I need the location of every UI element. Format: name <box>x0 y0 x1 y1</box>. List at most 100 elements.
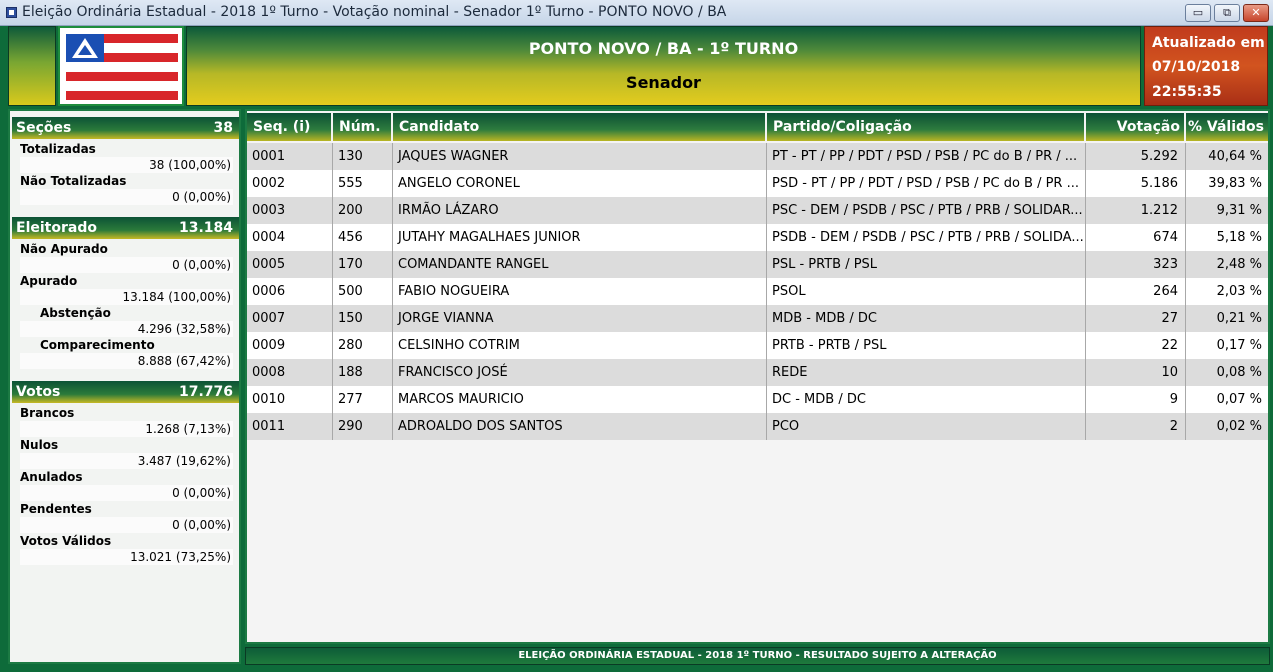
eleitorado-value: 13.184 <box>178 220 233 236</box>
column-separator <box>332 386 333 413</box>
column-separator <box>1185 332 1186 359</box>
votos-label: Votos <box>16 384 61 400</box>
cell-validos: 0,17 % <box>1216 338 1262 353</box>
nao-totalizadas-value: 0 (0,00%) <box>172 190 231 204</box>
table-row[interactable]: 0008 188 FRANCISCO JOSÉ REDE 10 0,08 % <box>247 359 1268 386</box>
nao-apurado-label: Não Apurado <box>20 242 108 256</box>
column-separator <box>766 197 767 224</box>
table-row[interactable]: 0010 277 MARCOS MAURICIO DC - MDB / DC 9 0,07… <box>247 386 1268 413</box>
cell-partido: PSOL <box>772 284 806 299</box>
column-separator <box>1185 305 1186 332</box>
cell-votacao: 1.212 <box>1140 203 1178 218</box>
table-row[interactable]: 0002 555 ANGELO CORONEL PSD - PT / PP / PDT… <box>247 170 1268 197</box>
cell-votacao: 9 <box>1169 392 1178 407</box>
cell-seq: 0003 <box>252 203 286 218</box>
table-row[interactable]: 0007 150 JORGE VIANNA MDB - MDB / DC 27 0,21 … <box>247 305 1268 332</box>
column-separator <box>1085 197 1086 224</box>
footer-notice: ELEIÇÃO ORDINÁRIA ESTADUAL - 2018 1º TUR… <box>245 647 1270 665</box>
brancos-label: Brancos <box>20 406 75 420</box>
cell-seq: 0002 <box>252 176 286 191</box>
cell-candidato: JUTAHY MAGALHAES JUNIOR <box>398 230 581 245</box>
cell-seq: 0005 <box>252 257 286 272</box>
flag-box <box>58 26 184 106</box>
cell-seq: 0007 <box>252 311 286 326</box>
column-separator <box>766 359 767 386</box>
cell-seq: 0009 <box>252 338 286 353</box>
column-separator <box>332 143 333 170</box>
anulados-label: Anulados <box>20 470 83 484</box>
anulados-value: 0 (0,00%) <box>172 486 231 500</box>
office-title: Senador <box>626 73 701 92</box>
minimize-button[interactable]: ▭ <box>1185 4 1211 22</box>
column-separator <box>392 332 393 359</box>
cell-partido: PT - PT / PP / PDT / PSD / PSB / PC do B… <box>772 149 1078 164</box>
cell-validos: 0,07 % <box>1216 392 1262 407</box>
column-separator <box>766 143 767 170</box>
cell-num: 555 <box>338 176 363 191</box>
location-round-title: PONTO NOVO / BA - 1º TURNO <box>528 39 799 58</box>
table-row[interactable]: 0005 170 COMANDANTE RANGEL PSL - PRTB / PSL… <box>247 251 1268 278</box>
votos-validos-value: 13.021 (73,25%) <box>130 550 231 564</box>
column-separator <box>1185 359 1186 386</box>
cell-num: 277 <box>338 392 363 407</box>
col-header-partido[interactable]: Partido/Coligação <box>767 113 1084 141</box>
column-separator <box>766 224 767 251</box>
cell-partido: PRTB - PRTB / PSL <box>772 338 887 353</box>
comparecimento-label: Comparecimento <box>40 338 155 352</box>
table-row[interactable]: 0003 200 IRMÃO LÁZARO PSC - DEM / PSDB / PS… <box>247 197 1268 224</box>
cell-validos: 9,31 % <box>1216 203 1262 218</box>
col-header-num[interactable]: Núm. <box>333 113 391 141</box>
column-separator <box>332 413 333 440</box>
col-header-validos[interactable]: % Válidos <box>1186 113 1268 141</box>
restore-button[interactable]: ⧉ <box>1214 4 1240 22</box>
cell-seq: 0010 <box>252 392 286 407</box>
column-separator <box>332 170 333 197</box>
column-separator <box>766 413 767 440</box>
cell-validos: 2,03 % <box>1216 284 1262 299</box>
abstencao-value: 4.296 (32,58%) <box>137 322 231 336</box>
table-row[interactable]: 0004 456 JUTAHY MAGALHAES JUNIOR PSDB - DEM… <box>247 224 1268 251</box>
cell-num: 130 <box>338 149 363 164</box>
col-header-votacao[interactable]: Votação <box>1086 113 1184 141</box>
totalizadas-value: 38 (100,00%) <box>149 158 231 172</box>
cell-validos: 0,08 % <box>1216 365 1262 380</box>
column-separator <box>1185 143 1186 170</box>
cell-partido: PSL - PRTB / PSL <box>772 257 878 272</box>
column-separator <box>332 224 333 251</box>
cell-seq: 0004 <box>252 230 286 245</box>
table-row[interactable]: 0009 280 CELSINHO COTRIM PRTB - PRTB / PSL 2… <box>247 332 1268 359</box>
cell-candidato: JAQUES WAGNER <box>398 149 509 164</box>
column-separator <box>766 386 767 413</box>
eleitorado-header: Eleitorado 13.184 <box>12 217 239 239</box>
column-separator <box>766 305 767 332</box>
cell-num: 188 <box>338 365 363 380</box>
results-table: Seq. (i) Núm. Candidato Partido/Coligaçã… <box>245 109 1270 644</box>
cell-candidato: IRMÃO LÁZARO <box>398 203 499 218</box>
cell-partido: PCO <box>772 419 800 434</box>
column-separator <box>1085 305 1086 332</box>
column-separator <box>392 305 393 332</box>
column-separator <box>1185 197 1186 224</box>
cell-validos: 0,21 % <box>1216 311 1262 326</box>
updated-date: 07/10/2018 <box>1152 59 1241 75</box>
column-separator <box>392 224 393 251</box>
table-row[interactable]: 0001 130 JAQUES WAGNER PT - PT / PP / PDT /… <box>247 143 1268 170</box>
column-separator <box>1185 413 1186 440</box>
column-separator <box>332 251 333 278</box>
close-button[interactable]: ✕ <box>1243 4 1269 22</box>
cell-num: 500 <box>338 284 363 299</box>
cell-candidato: MARCOS MAURICIO <box>398 392 524 407</box>
table-row[interactable]: 0006 500 FABIO NOGUEIRA PSOL 264 2,03 % <box>247 278 1268 305</box>
col-header-candidato[interactable]: Candidato <box>393 113 765 141</box>
column-separator <box>1085 359 1086 386</box>
cell-seq: 0006 <box>252 284 286 299</box>
column-separator <box>392 386 393 413</box>
eleitorado-label: Eleitorado <box>16 220 97 236</box>
cell-candidato: FABIO NOGUEIRA <box>398 284 510 299</box>
cell-votacao: 264 <box>1153 284 1178 299</box>
col-header-seq[interactable]: Seq. (i) <box>247 113 331 141</box>
table-row[interactable]: 0011 290 ADROALDO DOS SANTOS PCO 2 0,02 % <box>247 413 1268 440</box>
column-separator <box>1085 224 1086 251</box>
cell-votacao: 323 <box>1153 257 1178 272</box>
secoes-value: 38 <box>213 120 233 136</box>
